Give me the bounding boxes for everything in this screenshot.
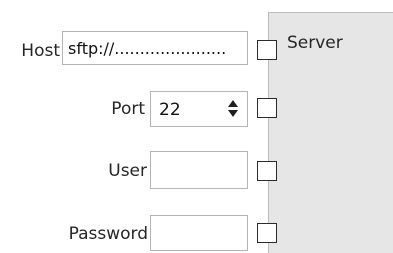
connection-settings-form: Server Host sftp://.....................…	[0, 0, 393, 253]
password-label: Password	[68, 224, 148, 244]
server-panel-label: Server	[287, 33, 343, 53]
host-checkbox[interactable]	[257, 40, 277, 60]
spinner-up-arrow-icon[interactable]	[228, 100, 238, 107]
user-label: User	[108, 161, 147, 181]
password-checkbox[interactable]	[257, 223, 277, 243]
host-label: Host	[21, 41, 60, 61]
port-label: Port	[111, 99, 145, 119]
user-input[interactable]	[150, 151, 248, 189]
host-input-value: sftp://......................	[68, 39, 227, 58]
port-stepper-value: 22	[159, 100, 181, 120]
password-input[interactable]	[150, 215, 248, 251]
host-input[interactable]: sftp://......................	[62, 31, 248, 65]
user-checkbox[interactable]	[257, 161, 277, 181]
port-checkbox[interactable]	[257, 98, 277, 118]
port-spinner-arrows-icon[interactable]	[226, 99, 240, 119]
spinner-down-arrow-icon[interactable]	[228, 110, 238, 117]
